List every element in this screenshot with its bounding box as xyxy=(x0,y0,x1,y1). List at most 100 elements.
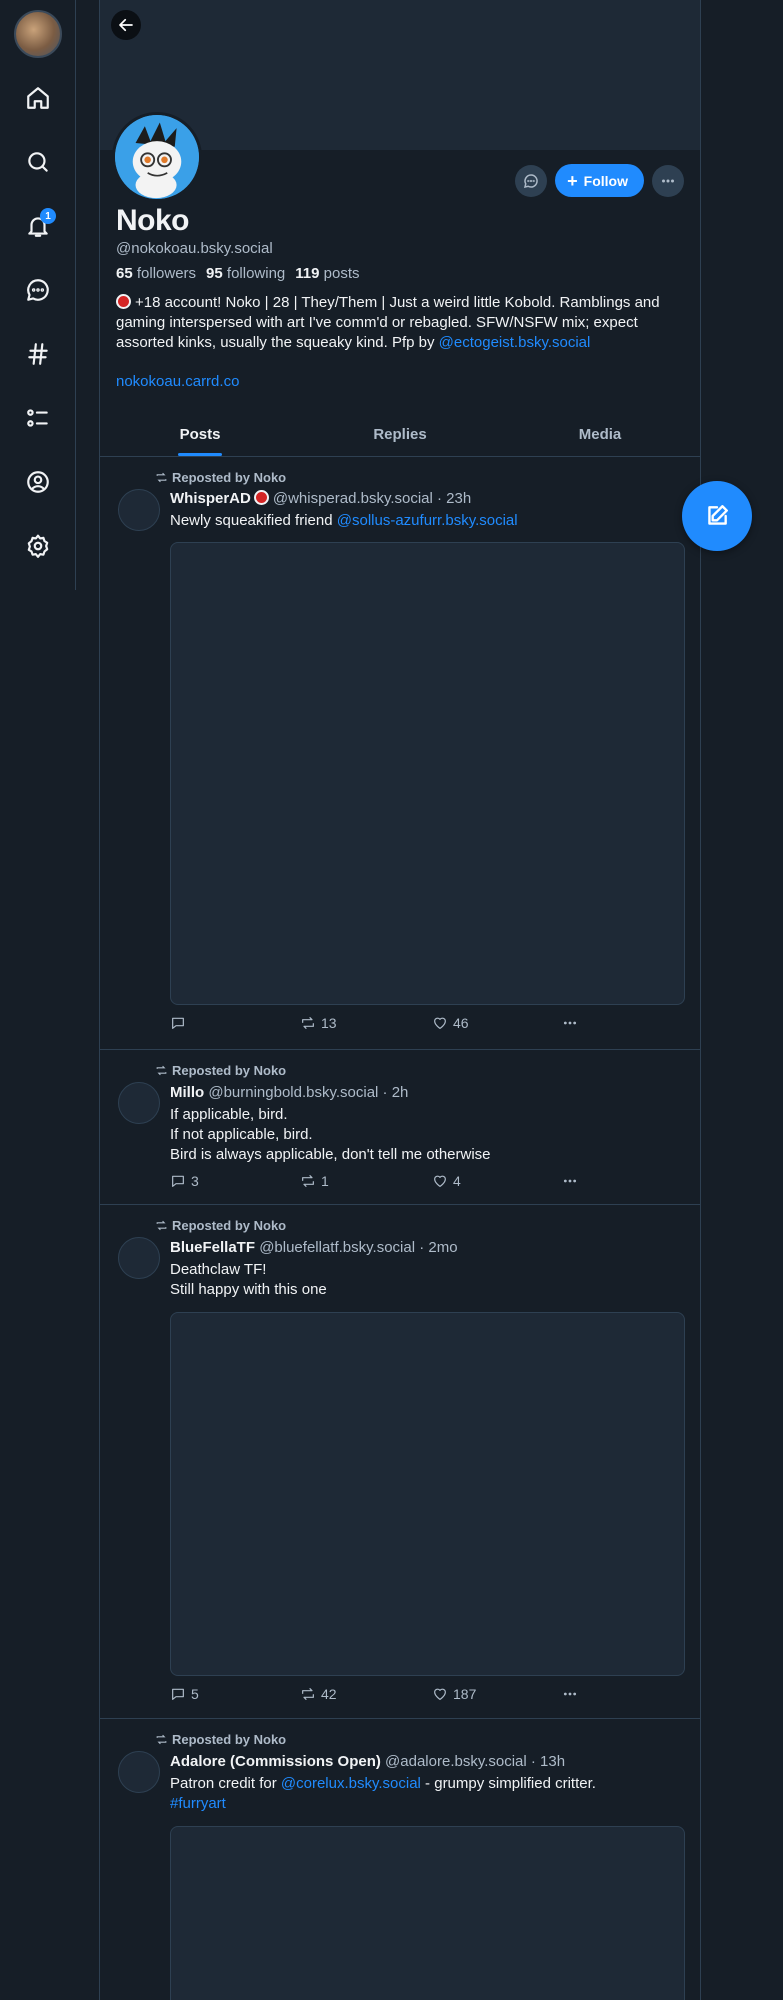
post-text: Deathclaw TF! Still happy with this one xyxy=(170,1261,327,1298)
profile-stats: 65 followers 95 following 119 posts xyxy=(116,265,360,282)
tab-media[interactable]: Media xyxy=(500,412,700,456)
post-author-name[interactable]: Adalore (Commissions Open) xyxy=(170,1753,381,1770)
nav-settings[interactable] xyxy=(18,526,58,566)
like-button[interactable]: 187 xyxy=(432,1686,562,1702)
post-image[interactable] xyxy=(170,1312,685,1676)
post-image[interactable] xyxy=(170,1826,685,2000)
compose-button[interactable] xyxy=(682,481,752,551)
repost-indicator: Reposted by Noko xyxy=(155,1063,286,1078)
bio-mention-link[interactable]: @ectogeist.bsky.social xyxy=(439,334,591,351)
nav-lists[interactable] xyxy=(18,398,58,438)
post-header: Millo @burningbold.bsky.social · 2h xyxy=(170,1084,408,1101)
feed-post[interactable]: Reposted by Noko WhisperAD @whisperad.bsk… xyxy=(100,458,700,1050)
post-more-button[interactable] xyxy=(562,1686,578,1702)
profile-handle: @nokokoau.bsky.social xyxy=(116,240,273,257)
posts-stat: 119 posts xyxy=(295,265,360,282)
post-actions: 3 1 4 xyxy=(170,1173,590,1189)
message-button[interactable] xyxy=(515,164,548,197)
post-header: BlueFellaTF @bluefellatf.bsky.social · 2… xyxy=(170,1239,458,1256)
post-author-avatar[interactable] xyxy=(118,1751,160,1793)
nav-search[interactable] xyxy=(18,142,58,182)
hashtag-link[interactable]: #furryart xyxy=(170,1795,226,1812)
search-icon xyxy=(28,152,48,172)
profile-icon xyxy=(27,471,49,493)
heart-icon xyxy=(434,1017,446,1029)
arrow-left-icon xyxy=(119,18,133,32)
nav-notifications[interactable]: 1 xyxy=(18,206,58,246)
post-handle-time: @bluefellatf.bsky.social · 2mo xyxy=(259,1239,458,1256)
post-handle-time: @whisperad.bsky.social · 23h xyxy=(272,490,472,507)
profile-tabs: Posts Replies Media xyxy=(100,412,700,457)
tab-replies[interactable]: Replies xyxy=(300,412,500,456)
adult-content-icon xyxy=(253,490,269,505)
notification-badge: 1 xyxy=(40,208,56,224)
settings-icon xyxy=(27,534,49,558)
reply-button[interactable] xyxy=(170,1015,300,1031)
post-author-avatar[interactable] xyxy=(118,1082,160,1124)
post-author-name[interactable]: Millo xyxy=(170,1084,204,1101)
like-button[interactable]: 4 xyxy=(432,1173,562,1189)
main-column: + Follow Noko @nokokoau.bsky.social 65 f… xyxy=(99,0,701,2000)
feed-post[interactable]: Reposted by Noko Adalore (Commissions Op… xyxy=(100,1720,700,2000)
nav-rail: 1 xyxy=(0,0,76,590)
nav-profile[interactable] xyxy=(18,462,58,502)
chat-bubble-icon xyxy=(524,173,538,188)
adult-content-icon xyxy=(116,294,131,309)
list-icon xyxy=(27,409,48,427)
ellipsis-icon xyxy=(563,1021,577,1025)
ellipsis-icon xyxy=(662,179,674,182)
repost-indicator: Reposted by Noko xyxy=(155,1218,286,1233)
like-button[interactable]: 46 xyxy=(432,1015,562,1031)
back-button[interactable] xyxy=(111,10,141,40)
repost-icon xyxy=(302,1175,314,1187)
repost-button[interactable]: 42 xyxy=(300,1686,432,1702)
repost-icon xyxy=(302,1688,314,1700)
profile-actions: + Follow xyxy=(515,164,684,197)
compose-icon xyxy=(708,505,728,525)
nav-home[interactable] xyxy=(18,78,58,118)
reply-button[interactable]: 3 xyxy=(170,1173,300,1189)
profile-avatar[interactable] xyxy=(112,112,202,202)
feed-post[interactable]: Reposted by Noko BlueFellaTF @bluefellat… xyxy=(100,1206,700,1719)
following-stat[interactable]: 95 following xyxy=(206,265,285,282)
post-author-avatar[interactable] xyxy=(118,489,160,531)
followers-stat[interactable]: 65 followers xyxy=(116,265,196,282)
follow-button[interactable]: + Follow xyxy=(555,164,644,197)
repost-button[interactable]: 13 xyxy=(300,1015,432,1031)
mention-link[interactable]: @corelux.bsky.social xyxy=(281,1775,421,1792)
post-handle-time: @adalore.bsky.social · 13h xyxy=(385,1753,566,1770)
post-text: Newly squeakified friend @sollus-azufurr… xyxy=(170,512,518,529)
tab-posts[interactable]: Posts xyxy=(100,412,300,456)
reply-icon xyxy=(172,1688,184,1700)
repost-icon xyxy=(156,1065,167,1076)
display-name: Noko xyxy=(116,204,190,237)
repost-indicator: Reposted by Noko xyxy=(155,470,286,485)
heart-icon xyxy=(434,1688,446,1700)
repost-icon xyxy=(302,1017,314,1029)
repost-button[interactable]: 1 xyxy=(300,1173,432,1189)
more-options-button[interactable] xyxy=(652,164,684,197)
heart-icon xyxy=(434,1175,446,1187)
website-link[interactable]: nokokoau.carrd.co xyxy=(116,373,239,390)
post-author-avatar[interactable] xyxy=(118,1237,160,1279)
nav-feeds[interactable] xyxy=(18,334,58,374)
post-handle-time: @burningbold.bsky.social · 2h xyxy=(208,1084,409,1101)
post-image[interactable] xyxy=(170,542,685,1005)
repost-indicator: Reposted by Noko xyxy=(155,1732,286,1747)
kobold-avatar-image xyxy=(115,115,199,199)
post-text: Patron credit for @corelux.bsky.social -… xyxy=(170,1775,596,1812)
my-avatar[interactable] xyxy=(14,10,62,58)
feed-post[interactable]: Reposted by Noko Millo @burningbold.bsky… xyxy=(100,1051,700,1205)
post-author-name[interactable]: WhisperAD xyxy=(170,490,251,507)
post-more-button[interactable] xyxy=(562,1015,578,1031)
hashtag-icon xyxy=(28,343,48,365)
post-actions: 5 42 187 xyxy=(170,1686,590,1702)
post-author-name[interactable]: BlueFellaTF xyxy=(170,1239,255,1256)
nav-chat[interactable] xyxy=(18,270,58,310)
post-more-button[interactable] xyxy=(562,1173,578,1189)
plus-icon: + xyxy=(567,170,578,191)
post-header: WhisperAD @whisperad.bsky.social · 23h xyxy=(170,490,471,507)
post-header: Adalore (Commissions Open) @adalore.bsky… xyxy=(170,1753,565,1770)
reply-button[interactable]: 5 xyxy=(170,1686,300,1702)
mention-link[interactable]: @sollus-azufurr.bsky.social xyxy=(337,512,518,529)
